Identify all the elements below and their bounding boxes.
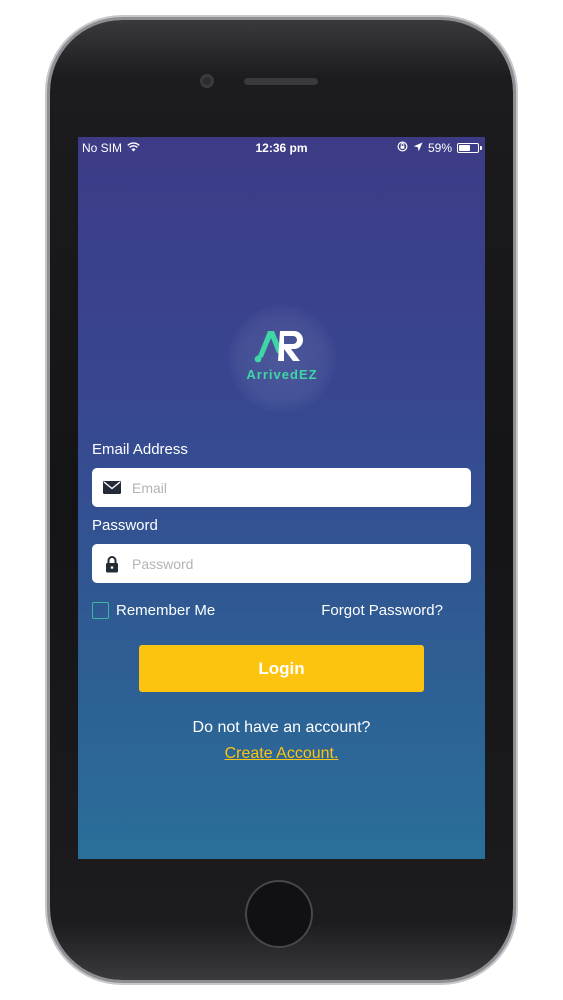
power-button [513,222,517,294]
signup-prompt: Do not have an account? [192,719,371,736]
stage: No SIM 12:36 pm 59% ArrivedEZ Email Addr… [0,0,563,1000]
email-field-container [92,468,471,507]
app-name: ArrivedEZ [246,367,318,382]
password-field-container [92,544,471,583]
remember-me-label: Remember Me [116,602,216,619]
remember-me-toggle[interactable]: Remember Me [92,602,215,619]
email-label: Email Address [92,441,188,458]
create-account-link[interactable]: Create Account. [78,745,485,763]
phone-screen: No SIM 12:36 pm 59% ArrivedEZ Email Addr… [78,137,485,859]
battery-tip [480,146,482,150]
login-button[interactable]: Login [139,645,424,692]
app-logo: ArrivedEZ [228,305,336,413]
home-button[interactable] [245,880,313,948]
status-bar: No SIM 12:36 pm 59% [78,137,485,159]
location-arrow-icon [413,141,423,155]
password-label: Password [92,517,158,534]
earpiece-speaker [244,78,318,85]
lock-icon [92,544,132,583]
front-camera [200,74,214,88]
status-bar-right: 59% [397,141,482,155]
battery-icon [457,143,482,153]
orientation-lock-icon [397,141,408,155]
password-input[interactable] [132,548,452,579]
battery-percent: 59% [427,141,452,155]
envelope-icon [92,468,132,507]
battery-fill [459,145,470,151]
logo-mark-icon [254,331,303,363]
email-input[interactable] [132,472,452,503]
remember-me-checkbox[interactable] [92,602,109,619]
forgot-password-link[interactable]: Forgot Password? [321,602,443,619]
